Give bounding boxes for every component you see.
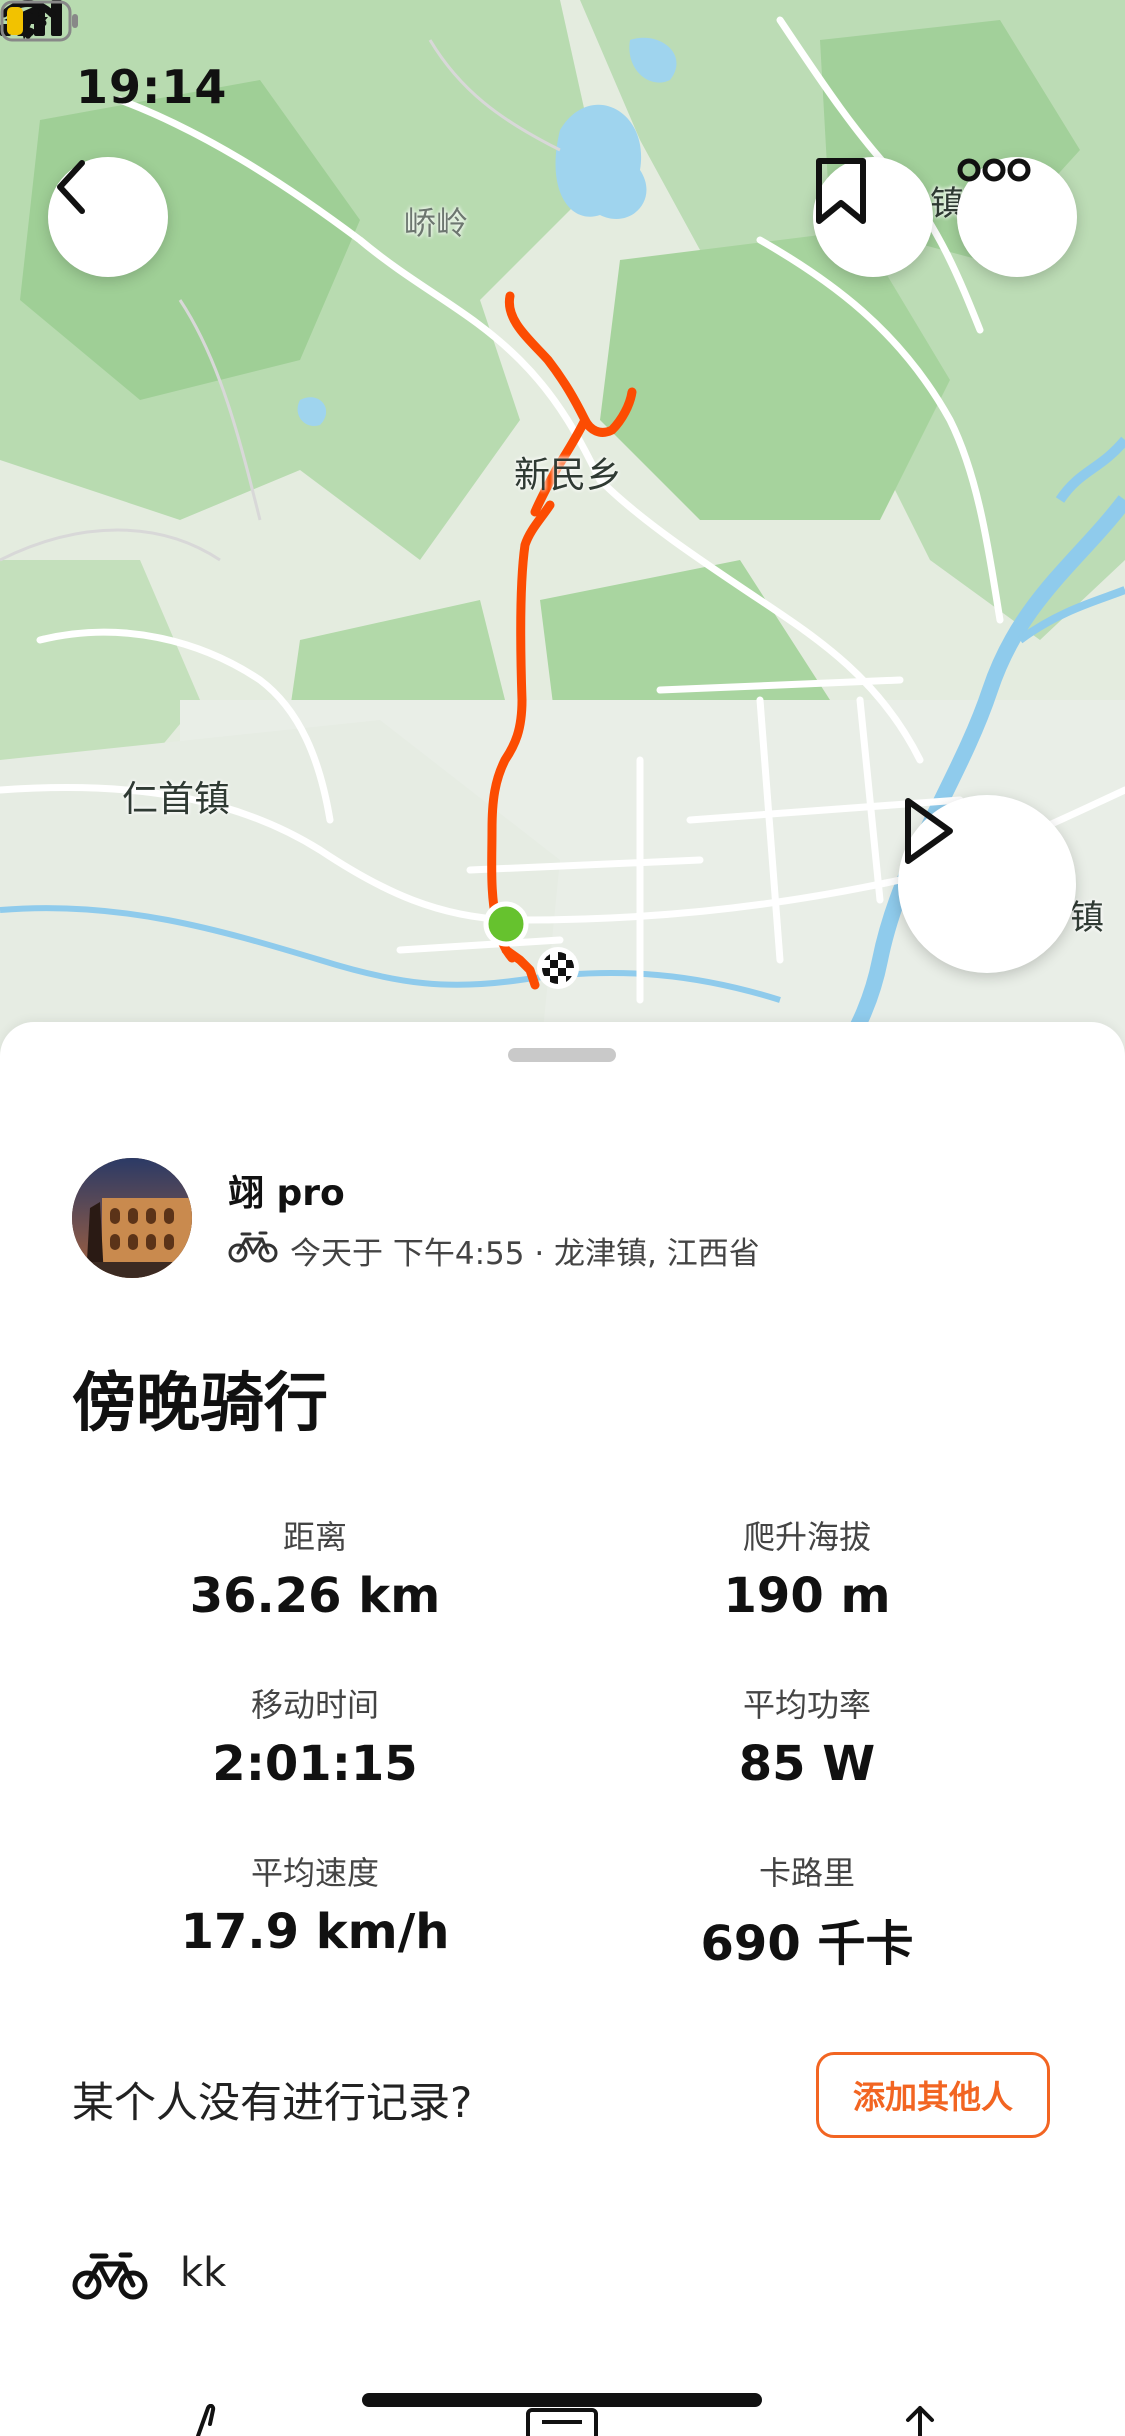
stat-value: 36.26 km xyxy=(189,1568,441,1624)
bicycle-icon xyxy=(72,2252,148,2300)
stat-moving-time: 移动时间 2:01:15 xyxy=(75,1680,555,1792)
stat-value: 17.9 km/h xyxy=(180,1904,450,1960)
kudos-icon[interactable] xyxy=(180,2404,240,2436)
gear-name[interactable]: kk xyxy=(180,2250,226,2296)
battery-charging-icon xyxy=(0,0,78,42)
finish-marker xyxy=(537,947,579,989)
athlete-name[interactable]: 翊 pro xyxy=(228,1164,345,1216)
stat-label: 平均速度 xyxy=(250,1854,379,1892)
add-others-button[interactable]: 添加其他人 xyxy=(816,2052,1050,2138)
activity-date-location: 今天于 下午4:55 · 龙津镇, 江西省 xyxy=(290,1236,760,1272)
play-icon xyxy=(905,798,953,864)
bookmark-icon xyxy=(816,158,866,224)
missing-record-prompt: 某个人没有进行记录? xyxy=(72,2078,473,2127)
more-icon xyxy=(957,158,1031,182)
place-label: 仁首镇 xyxy=(122,779,231,820)
more-options-button[interactable] xyxy=(957,157,1077,277)
stat-value: 2:01:15 xyxy=(212,1736,418,1792)
stat-label: 卡路里 xyxy=(758,1854,855,1892)
stat-label: 平均功率 xyxy=(742,1686,871,1724)
save-route-button[interactable] xyxy=(813,157,933,277)
bicycle-icon xyxy=(228,1231,278,1263)
home-indicator xyxy=(362,2393,762,2407)
stat-avg-power: 平均功率 85 W xyxy=(567,1680,1047,1792)
place-label: 新民乡 xyxy=(514,455,623,496)
stat-value: 190 m xyxy=(723,1568,891,1624)
stat-label: 移动时间 xyxy=(250,1686,379,1724)
chevron-left-icon xyxy=(57,160,85,214)
stat-distance: 距离 36.26 km xyxy=(75,1512,555,1624)
flyover-play-button[interactable] xyxy=(898,795,1076,973)
stat-value: 690 千卡 xyxy=(700,1916,914,1972)
share-icon[interactable] xyxy=(890,2404,950,2436)
place-label: 峤岭 xyxy=(404,204,469,242)
place-label: 镇 xyxy=(1070,898,1104,938)
activity-detail-sheet: 翊 pro 今天于 下午4:55 · 龙津镇, 江西省 傍晚骑行 距离 36.2… xyxy=(0,1022,1125,2436)
stat-value: 85 W xyxy=(738,1736,876,1792)
back-button[interactable] xyxy=(48,157,168,277)
avatar-photo xyxy=(72,1158,192,1278)
route-map[interactable]: 峤岭 新民乡 仁首镇 镇 镇 19:14 xyxy=(0,0,1125,1060)
stat-label: 距离 xyxy=(282,1518,347,1556)
stat-label: 爬升海拔 xyxy=(742,1518,871,1556)
start-marker xyxy=(483,901,529,947)
stat-elevation-gain: 爬升海拔 190 m xyxy=(567,1512,1047,1624)
stat-avg-speed: 平均速度 17.9 km/h xyxy=(75,1848,555,1960)
status-time: 19:14 xyxy=(76,60,228,114)
sheet-drag-handle[interactable] xyxy=(508,1048,616,1062)
stat-calories: 卡路里 690 千卡 xyxy=(567,1848,1047,1974)
comment-icon[interactable] xyxy=(524,2404,600,2436)
avatar[interactable] xyxy=(72,1158,192,1278)
activity-title: 傍晚骑行 xyxy=(72,1367,328,1441)
